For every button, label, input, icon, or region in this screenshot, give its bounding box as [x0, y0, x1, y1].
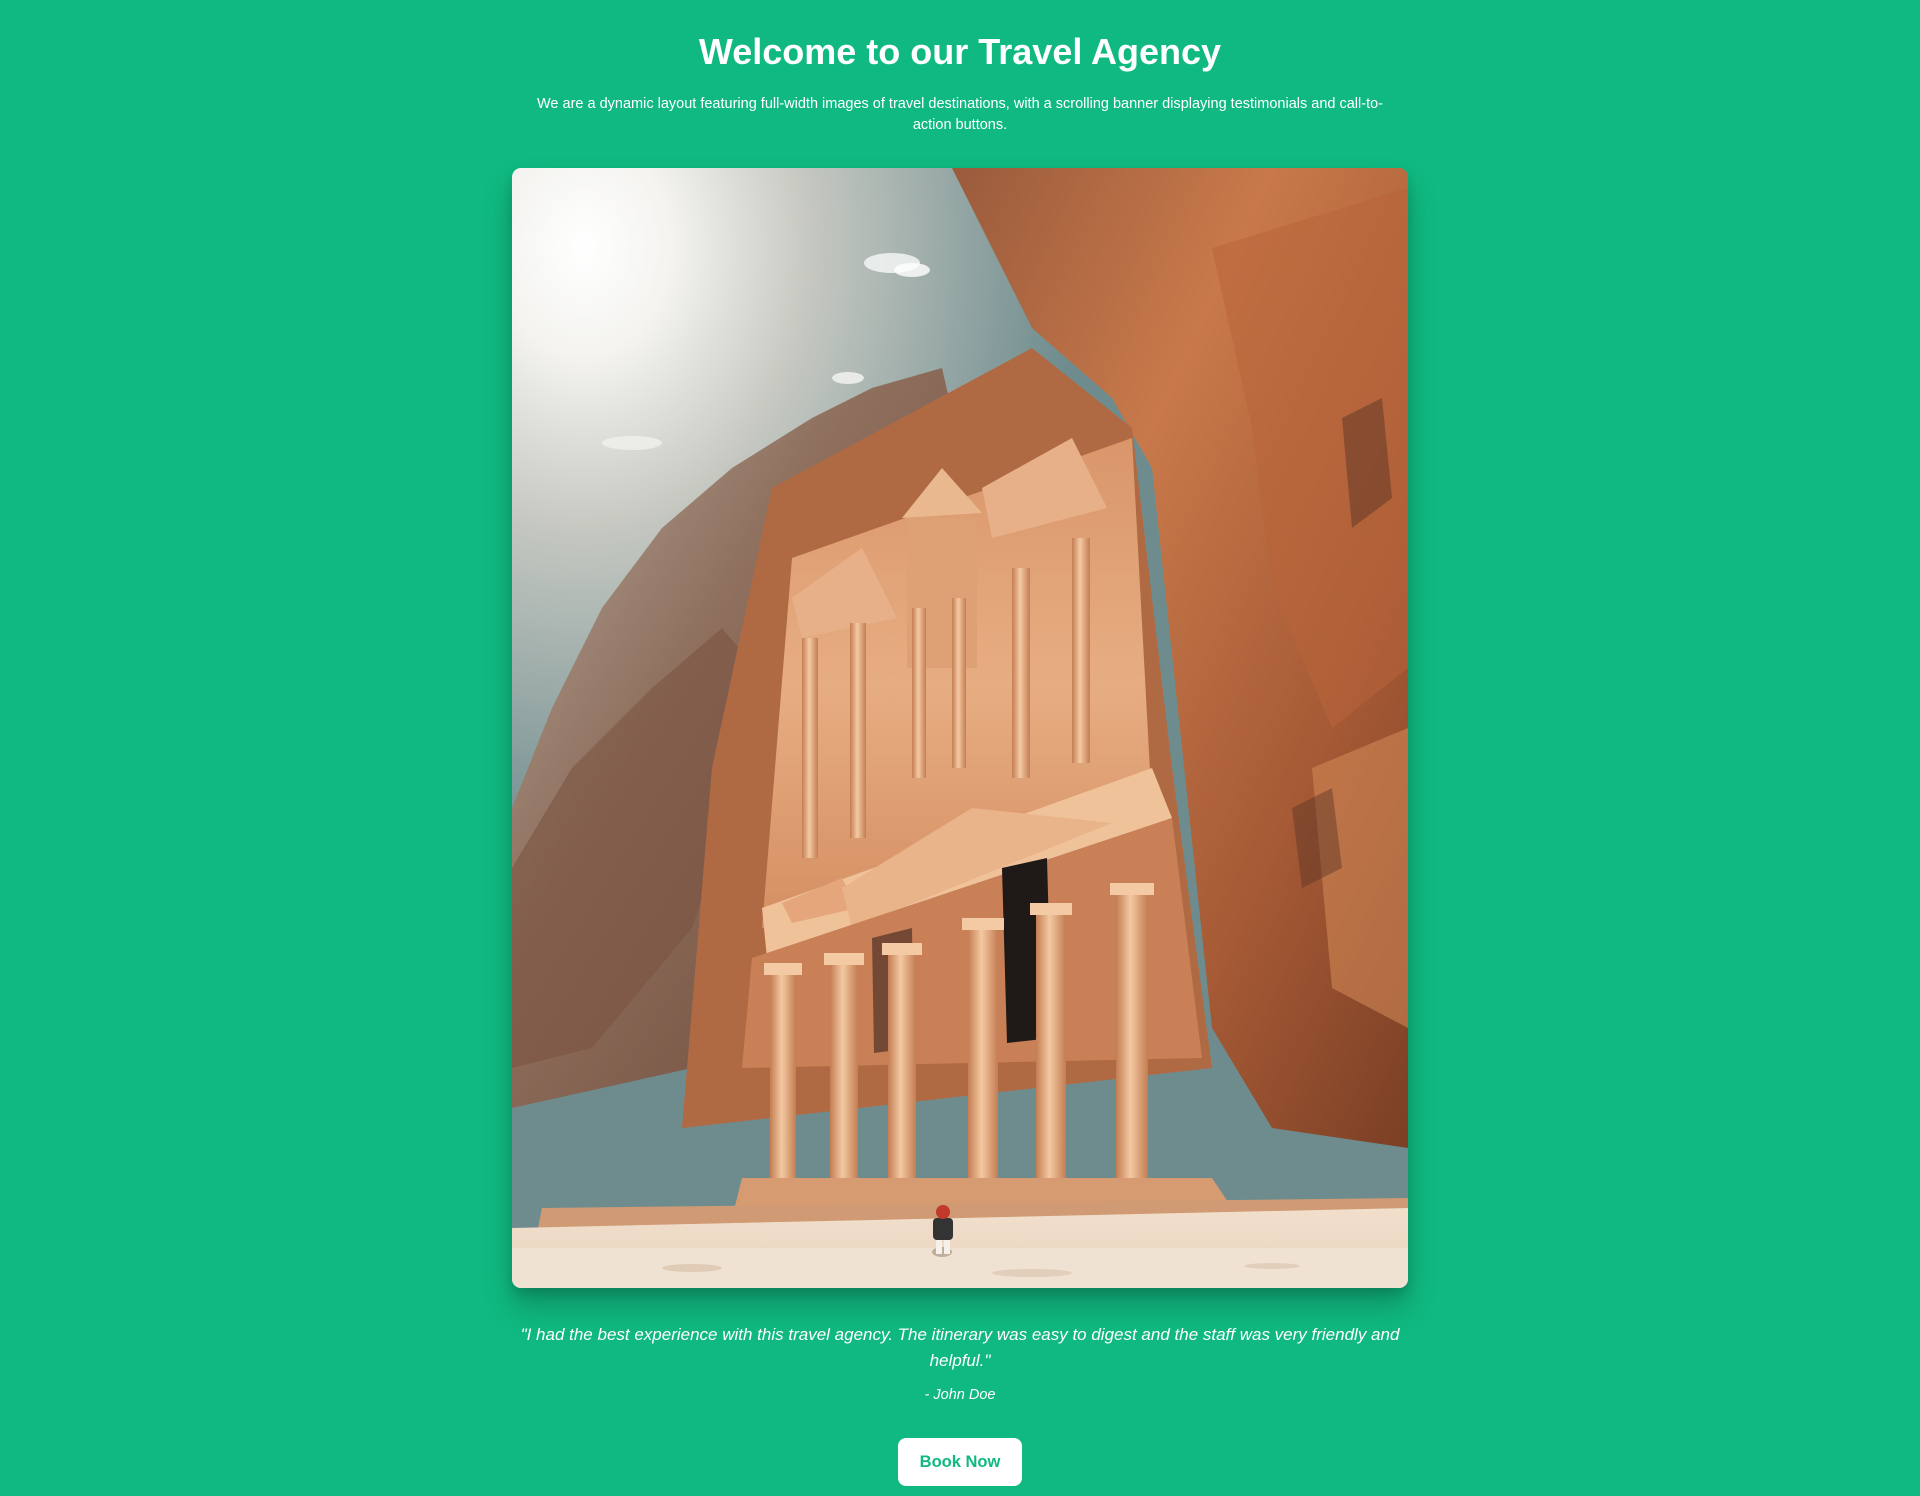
- intro-text: We are a dynamic layout featuring full-w…: [537, 96, 1383, 133]
- main-content: Welcome to our Travel Agency We are a dy…: [512, 0, 1408, 1486]
- page: Welcome to our Travel Agency We are a dy…: [0, 0, 1920, 1496]
- page-title: Welcome to our Travel Agency: [698, 31, 1222, 72]
- destination-photo: [512, 168, 1408, 1288]
- testimonial-author: - John Doe: [924, 1387, 996, 1403]
- destination-image-card: [512, 168, 1408, 1288]
- book-now-button[interactable]: Book Now: [898, 1438, 1022, 1486]
- testimonial-quote: "I had the best experience with this tra…: [520, 1325, 1400, 1370]
